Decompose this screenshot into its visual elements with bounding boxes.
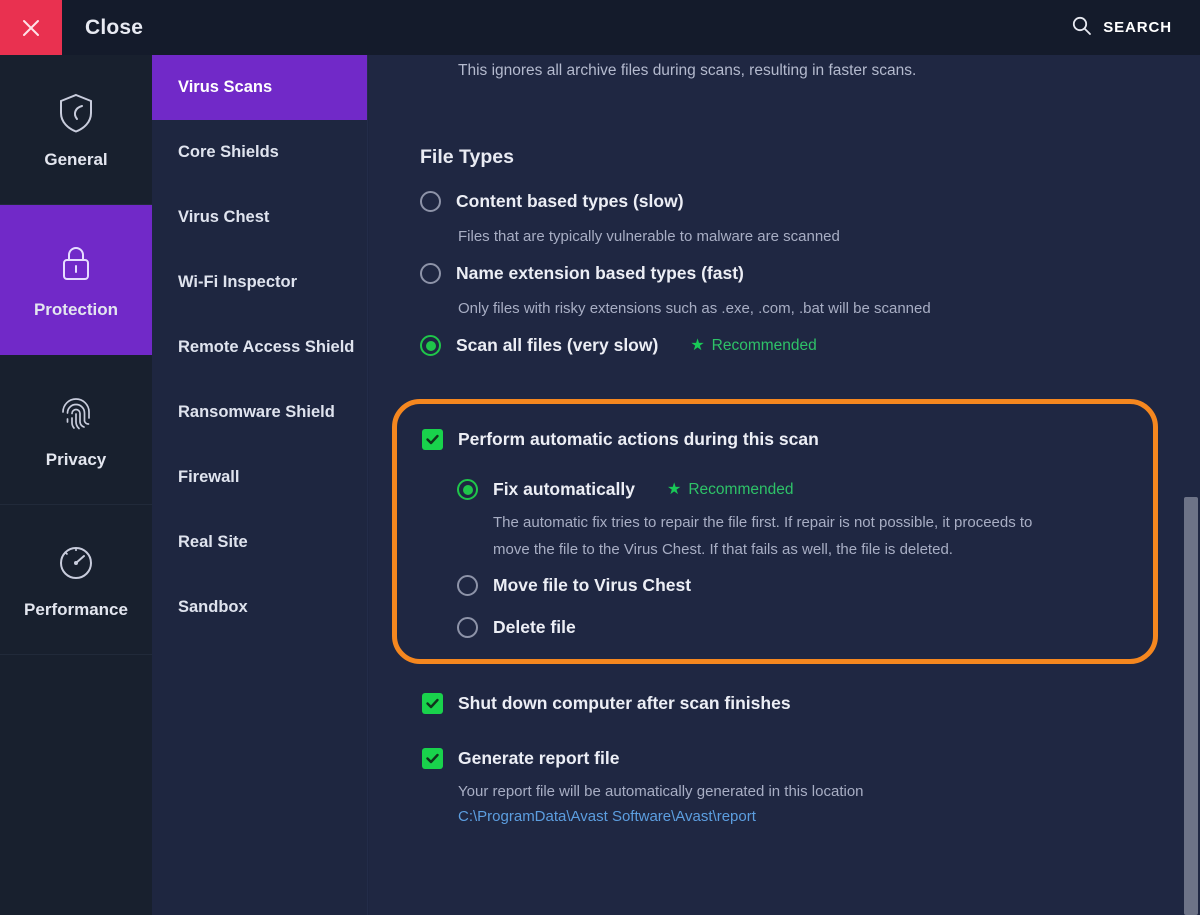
radio-button-icon[interactable]	[420, 191, 441, 212]
subnav-item-virus-chest[interactable]: Virus Chest	[152, 185, 367, 250]
subnav-item-wifi-inspector[interactable]: Wi-Fi Inspector	[152, 250, 367, 315]
checkbox-icon[interactable]	[422, 429, 443, 450]
report-path-link[interactable]: C:\ProgramData\Avast Software\Avast\repo…	[458, 808, 756, 825]
option-label: Fix automatically	[493, 479, 635, 499]
radio-scan-all-files[interactable]: Scan all files (very slow) ★ Recommended	[420, 335, 817, 356]
checkbox-perform-automatic-actions[interactable]: Perform automatic actions during this sc…	[422, 429, 819, 450]
subnav-item-sandbox[interactable]: Sandbox	[152, 575, 367, 640]
sidebar-item-privacy[interactable]: Privacy	[0, 355, 152, 505]
sidebar-item-label: Performance	[24, 599, 128, 619]
main-content: This ignores all archive files during sc…	[369, 55, 1200, 915]
radio-content-based-types[interactable]: Content based types (slow)	[420, 191, 684, 212]
option-label: Generate report file	[458, 748, 620, 768]
sidebar-item-protection[interactable]: Protection	[0, 205, 152, 355]
search-label: SEARCH	[1103, 19, 1172, 36]
checkbox-icon[interactable]	[422, 748, 443, 769]
option-label: Name extension based types (fast)	[456, 263, 744, 283]
option-label: Move file to Virus Chest	[493, 575, 692, 595]
gauge-icon	[53, 540, 99, 586]
subnav-item-firewall[interactable]: Firewall	[152, 445, 367, 510]
search-icon	[1071, 15, 1092, 41]
checkbox-generate-report-file[interactable]: Generate report file	[422, 748, 619, 769]
title-bar: Close SEARCH	[0, 0, 1200, 55]
recommended-label: Recommended	[688, 480, 794, 498]
option-label: Delete file	[493, 617, 576, 637]
secondary-nav: Virus Scans Core Shields Virus Chest Wi-…	[152, 55, 368, 915]
archive-note: This ignores all archive files during sc…	[458, 62, 917, 79]
sidebar-item-label: General	[44, 149, 108, 169]
sidebar-item-label: Protection	[33, 299, 119, 319]
radio-button-icon[interactable]	[420, 263, 441, 284]
recommended-badge: ★ Recommended	[667, 481, 793, 499]
fingerprint-icon	[53, 390, 99, 436]
recommended-badge: ★ Recommended	[690, 337, 816, 355]
fix-description-line2: move the file to the Virus Chest. If tha…	[493, 541, 953, 558]
sidebar-item-performance[interactable]: Performance	[0, 505, 152, 655]
primary-sidebar: General Protection Privacy Performance	[0, 55, 152, 915]
radio-delete-file[interactable]: Delete file	[457, 617, 576, 638]
scrollbar-thumb[interactable]	[1184, 497, 1198, 915]
subnav-item-remote-access-shield[interactable]: Remote Access Shield	[152, 315, 367, 380]
sidebar-item-general[interactable]: General	[0, 55, 152, 205]
option-label: Shut down computer after scan finishes	[458, 693, 791, 713]
radio-button-icon[interactable]	[457, 575, 478, 596]
option-label: Scan all files (very slow)	[456, 335, 659, 355]
checkbox-shut-down-computer[interactable]: Shut down computer after scan finishes	[422, 693, 791, 714]
option-description: Files that are typically vulnerable to m…	[458, 228, 840, 245]
radio-name-extension-based-types[interactable]: Name extension based types (fast)	[420, 263, 744, 284]
star-icon: ★	[690, 336, 705, 354]
radio-button-icon[interactable]	[420, 335, 441, 356]
lock-icon	[53, 240, 99, 286]
option-label: Content based types (slow)	[456, 191, 684, 211]
recommended-label: Recommended	[711, 336, 817, 354]
report-description: Your report file will be automatically g…	[458, 783, 864, 800]
search-button[interactable]: SEARCH	[1071, 15, 1172, 41]
subnav-item-core-shields[interactable]: Core Shields	[152, 120, 367, 185]
option-label: Perform automatic actions during this sc…	[458, 429, 819, 449]
file-types-heading: File Types	[420, 146, 514, 168]
radio-button-icon[interactable]	[457, 617, 478, 638]
subnav-item-ransomware-shield[interactable]: Ransomware Shield	[152, 380, 367, 445]
shield-icon	[53, 90, 99, 136]
close-button[interactable]	[0, 0, 62, 55]
star-icon: ★	[667, 480, 682, 498]
fix-description-line1: The automatic fix tries to repair the fi…	[493, 514, 1033, 531]
option-description: Only files with risky extensions such as…	[458, 300, 931, 317]
scrollbar-track[interactable]	[1183, 55, 1200, 915]
app-window: Close SEARCH General Protection Privacy …	[0, 0, 1200, 915]
sidebar-item-label: Privacy	[45, 449, 107, 469]
subnav-item-virus-scans[interactable]: Virus Scans	[152, 55, 367, 120]
checkbox-icon[interactable]	[422, 693, 443, 714]
close-x-icon	[20, 17, 42, 39]
radio-button-icon[interactable]	[457, 479, 478, 500]
close-label[interactable]: Close	[85, 16, 143, 40]
radio-move-file-to-virus-chest[interactable]: Move file to Virus Chest	[457, 575, 691, 596]
radio-fix-automatically[interactable]: Fix automatically ★ Recommended	[457, 479, 793, 500]
subnav-item-real-site[interactable]: Real Site	[152, 510, 367, 575]
